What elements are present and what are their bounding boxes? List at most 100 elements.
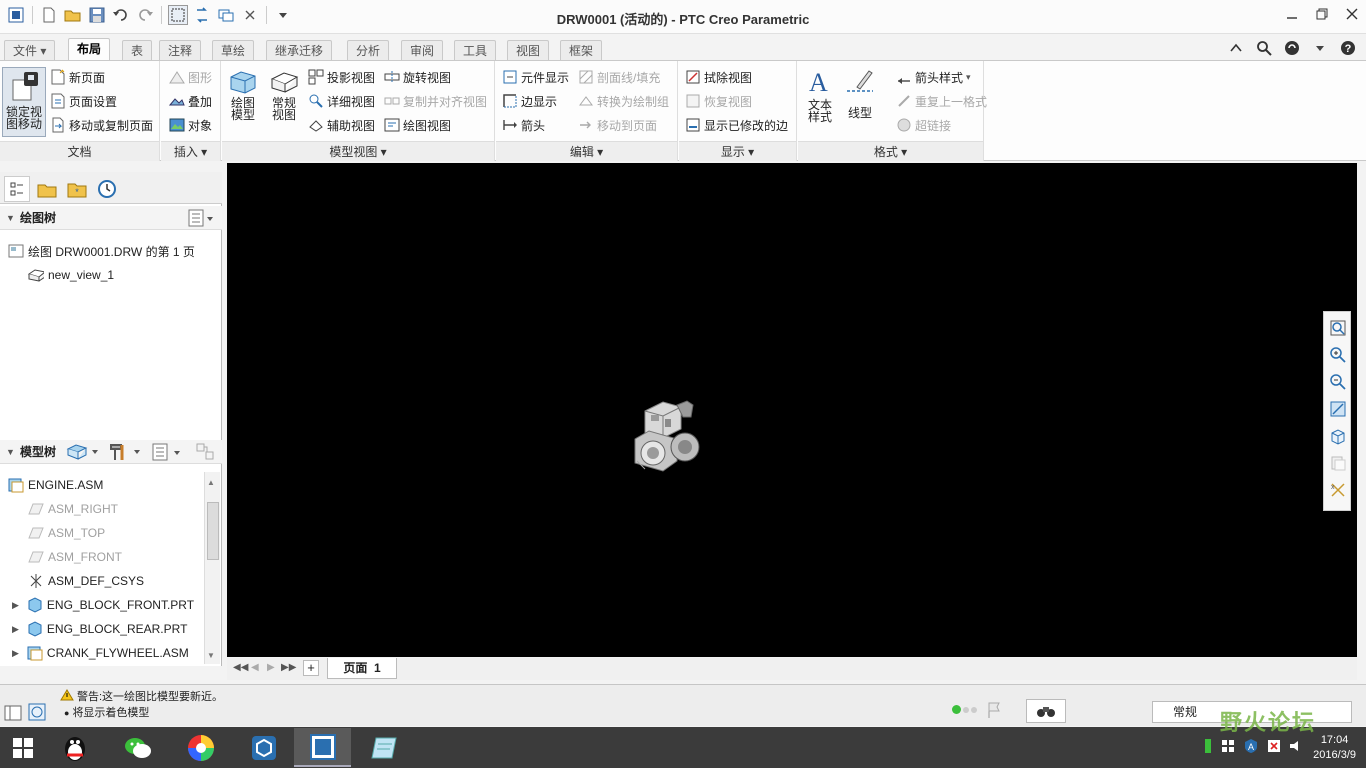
resume-view-button[interactable]: 恢复视图	[685, 91, 752, 111]
model-tree-settings-icon[interactable]	[152, 443, 182, 469]
start-button[interactable]	[0, 728, 46, 767]
erase-view-button[interactable]: 拭除视图	[685, 67, 752, 87]
expand-icon[interactable]: ▶	[12, 624, 19, 635]
folder-browser-tab-icon[interactable]	[34, 176, 60, 202]
tree-item-part-front[interactable]: ▶ ENG_BLOCK_FRONT.PRT	[12, 594, 194, 616]
display-style-icon[interactable]	[1327, 423, 1349, 448]
tree-item-root-asm[interactable]: ENGINE.ASM	[8, 474, 103, 496]
graphic-button[interactable]: 图形	[169, 67, 212, 87]
taskbar-creo[interactable]	[294, 728, 351, 767]
convert-group-button[interactable]: 转换为绘制组	[578, 91, 669, 111]
tab-sketch[interactable]: 草绘	[212, 40, 255, 60]
close-button[interactable]	[1344, 6, 1360, 22]
tree-item-part-rear[interactable]: ▶ ENG_BLOCK_REAR.PRT	[12, 618, 187, 640]
tree-item-datum-top[interactable]: ASM_TOP	[28, 522, 105, 544]
group-edit-label[interactable]: 编辑 ▾	[496, 141, 677, 161]
arrow-style-button[interactable]: 箭头样式 ▾	[896, 67, 971, 87]
scroll-down-icon[interactable]: ▼	[207, 651, 215, 660]
copy-align-view-button[interactable]: 复制并对齐视图	[384, 91, 487, 111]
collapse-icon[interactable]: ▼	[6, 440, 15, 464]
taskbar-qq[interactable]	[46, 728, 103, 767]
refit-icon[interactable]	[1327, 315, 1349, 340]
tools-icon[interactable]	[108, 442, 142, 470]
tab-tools[interactable]: 工具	[454, 40, 497, 60]
tab-legacy-migration[interactable]: 继承迁移	[266, 40, 333, 60]
tree-item-csys[interactable]: ASM_DEF_CSYS	[28, 570, 144, 592]
ptc-community-icon[interactable]	[1282, 38, 1302, 58]
lock-view-move-button[interactable]: 锁定视 图移动	[2, 67, 46, 137]
panel-toggle-icon[interactable]	[4, 705, 22, 724]
prev-page-icon[interactable]: ◀	[251, 662, 259, 673]
datum-display-icon[interactable]: x	[1327, 477, 1349, 502]
collapse-ribbon-icon[interactable]	[1226, 38, 1246, 58]
arrow-style-dropdown-icon[interactable]: ▾	[966, 72, 971, 83]
scrollbar-thumb[interactable]	[207, 502, 219, 560]
engine-model-view[interactable]	[631, 399, 707, 479]
arrow-button[interactable]: 箭头	[502, 115, 545, 135]
restore-button[interactable]	[1314, 6, 1330, 22]
first-page-icon[interactable]: ◀◀	[233, 662, 248, 673]
hyperlink-button[interactable]: 超链接	[896, 115, 951, 135]
customize-icon[interactable]	[1310, 38, 1330, 58]
zoom-out-icon[interactable]	[1327, 369, 1349, 394]
group-format-label[interactable]: 格式 ▾	[798, 141, 983, 161]
scroll-up-icon[interactable]: ▲	[207, 478, 215, 487]
tab-annotate[interactable]: 注释	[159, 40, 202, 60]
group-insert-label[interactable]: 插入 ▾	[161, 141, 220, 161]
graphics-window[interactable]	[227, 163, 1357, 657]
find-button[interactable]	[1026, 699, 1066, 723]
model-display-icon[interactable]	[66, 443, 100, 469]
drawing-model-button[interactable]: 绘图 模型	[228, 69, 258, 121]
taskbar-wechat[interactable]	[109, 728, 166, 767]
line-style-button[interactable]: 线型	[842, 67, 878, 119]
repeat-format-button[interactable]: 重复上一格式	[896, 91, 987, 111]
next-page-icon[interactable]: ▶	[267, 662, 275, 673]
saved-views-icon[interactable]	[1327, 450, 1349, 475]
tab-file[interactable]: 文件 ▾	[4, 40, 56, 60]
tree-item-drawing-page[interactable]: 绘图 DRW0001.DRW 的第 1 页	[8, 240, 195, 262]
revolved-view-button[interactable]: 旋转视图	[384, 67, 451, 87]
page-tab[interactable]: 页面 1	[327, 658, 397, 679]
last-page-icon[interactable]: ▶▶	[281, 662, 296, 673]
collapse-icon[interactable]: ▼	[6, 206, 15, 230]
model-tree-scrollbar[interactable]: ▲ ▼	[204, 472, 220, 664]
tab-layout[interactable]: 布局	[68, 38, 111, 61]
move-to-page-button[interactable]: 移动到页面	[578, 115, 657, 135]
text-style-button[interactable]: A 文本 样式	[804, 67, 836, 123]
drawing-tree-header[interactable]: ▼ 绘图树	[0, 206, 222, 230]
help-icon[interactable]: ?	[1338, 38, 1358, 58]
zoom-in-icon[interactable]	[1327, 342, 1349, 367]
flag-icon[interactable]	[986, 701, 1002, 722]
tab-analysis[interactable]: 分析	[347, 40, 390, 60]
add-page-button[interactable]: +	[303, 660, 319, 676]
favorites-tab-icon[interactable]: *	[64, 176, 90, 202]
edge-display-button[interactable]: 边显示	[502, 91, 557, 111]
overlay-button[interactable]: 叠加	[169, 91, 212, 111]
tree-item-datum-right[interactable]: ASM_RIGHT	[28, 498, 118, 520]
tree-item-datum-front[interactable]: ASM_FRONT	[28, 546, 122, 568]
tab-table[interactable]: 表	[122, 40, 153, 60]
expand-icon[interactable]: ▶	[12, 648, 19, 659]
browser-toggle-icon[interactable]	[28, 703, 46, 724]
repaint-icon[interactable]	[1327, 396, 1349, 421]
tab-frame[interactable]: 框架	[560, 40, 603, 60]
tab-review[interactable]: 审阅	[401, 40, 444, 60]
tree-settings-icon[interactable]	[188, 209, 214, 235]
tree-item-view[interactable]: new_view_1	[28, 264, 114, 286]
auxiliary-view-button[interactable]: 辅助视图	[308, 115, 375, 135]
tree-item-sub-asm[interactable]: ▶ CRANK_FLYWHEEL.ASM	[12, 642, 189, 664]
group-display-label[interactable]: 显示 ▾	[679, 141, 796, 161]
show-modified-edges-button[interactable]: 显示已修改的边	[685, 115, 788, 135]
hatch-fill-button[interactable]: 剖面线/填充	[578, 67, 660, 87]
group-model-views-label[interactable]: 模型视图 ▾	[222, 141, 494, 161]
new-page-button[interactable]: 新页面	[50, 67, 105, 87]
taskbar-cube-app[interactable]	[235, 728, 292, 767]
general-view-button[interactable]: 常规 视图	[268, 69, 300, 121]
search-icon[interactable]	[1254, 38, 1274, 58]
element-display-button[interactable]: 元件显示	[502, 67, 569, 87]
tab-view[interactable]: 视图	[507, 40, 550, 60]
move-copy-page-button[interactable]: 移动或复制页面	[50, 115, 153, 135]
filter-icon[interactable]	[196, 443, 216, 469]
tree-tab-icon[interactable]	[4, 176, 30, 202]
object-button[interactable]: 对象	[169, 115, 212, 135]
